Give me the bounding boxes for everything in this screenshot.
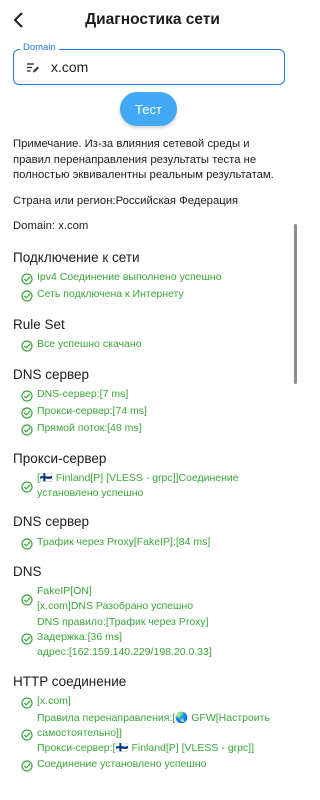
result-line: установлено успешно bbox=[37, 486, 144, 499]
domain-field[interactable]: Domain x.com bbox=[13, 42, 285, 85]
result-row: [x.com] bbox=[21, 694, 287, 711]
check-circle-icon bbox=[21, 759, 33, 772]
check-circle-icon bbox=[21, 389, 33, 402]
domain-field-label: Domain bbox=[20, 42, 59, 53]
domain-input[interactable]: x.com bbox=[51, 59, 88, 75]
check-circle-icon bbox=[21, 632, 33, 645]
result-line: DNS-сервер:[7 ms] bbox=[37, 388, 129, 401]
result-text: Ipv4 Соединение выполнено успешно bbox=[37, 270, 222, 285]
domain-info-text: Domain: x.com bbox=[13, 219, 89, 232]
scrollbar[interactable] bbox=[294, 224, 297, 384]
result-text: Все успешно скачано bbox=[37, 337, 142, 352]
check-circle-icon bbox=[21, 339, 33, 352]
result-text: [🇫🇮 Finland[P] [VLESS - grpc]]Соединение… bbox=[37, 471, 239, 502]
result-row: Все успешно скачано bbox=[21, 337, 287, 354]
section-title: DNS сервер bbox=[13, 366, 90, 382]
result-text: Соединение установлено успешно bbox=[37, 757, 206, 772]
result-text: FakeIP[ON] [x.com]DNS Разобрано успешно bbox=[37, 584, 193, 615]
check-circle-icon bbox=[21, 272, 33, 285]
check-circle-icon bbox=[21, 289, 33, 302]
result-row: Прямой поток:[48 ms] bbox=[21, 421, 287, 438]
result-line: Правила перенаправления:[🌏 GFW[Настроить bbox=[37, 711, 270, 724]
check-circle-icon bbox=[21, 480, 33, 493]
result-text: DNS-сервер:[7 ms] bbox=[37, 387, 128, 402]
result-line: Все успешно скачано bbox=[37, 338, 142, 351]
result-row: [🇫🇮 Finland[P] [VLESS - grpc]]Соединение… bbox=[21, 471, 287, 502]
result-line: [🇫🇮 Finland[P] [VLESS - grpc]]Соединение bbox=[37, 471, 239, 484]
result-row: DNS-сервер:[7 ms] bbox=[21, 387, 287, 404]
country-text: Страна или регион:Российская Федерация bbox=[13, 194, 239, 207]
result-text: Правила перенаправления:[🌏 GFW[Настроить… bbox=[37, 711, 270, 757]
result-line: DNS правило:[Трафик через Proxy] bbox=[37, 615, 209, 628]
result-line: самостоятельно]] bbox=[37, 726, 122, 739]
result-line: Сеть подключена к Интернету bbox=[37, 288, 184, 301]
result-line: [x.com]DNS Разобрано успешно bbox=[37, 600, 194, 613]
section-title: HTTP соединение bbox=[13, 673, 127, 689]
result-line: Прокси-сервер:[🇫🇮 Finland[P] [VLESS - gr… bbox=[37, 742, 254, 755]
section-title: DNS bbox=[13, 564, 42, 580]
section-title: Прокси-сервер bbox=[13, 450, 107, 466]
results-content: Примечание. Из-за влияния сетевой среды … bbox=[13, 137, 287, 773]
result-text: DNS правило:[Трафик через Proxy] Задержка… bbox=[37, 615, 212, 661]
result-section: HTTP соединение [x.com] Правила перенаправ… bbox=[13, 673, 287, 774]
result-row: Соединение установлено успешно bbox=[21, 756, 287, 773]
result-text: Трафик через Proxy[FakeIP]:[84 ms] bbox=[37, 535, 210, 550]
check-circle-icon bbox=[21, 696, 33, 709]
check-circle-icon bbox=[21, 406, 33, 419]
result-row: Сеть подключена к Интернету bbox=[21, 287, 287, 304]
result-section: DNS сервер DNS-сервер:[7 ms] Прокси-сервер… bbox=[13, 366, 287, 438]
check-circle-icon bbox=[21, 593, 33, 606]
result-line: Прокси-сервер:[74 ms] bbox=[37, 405, 147, 418]
result-row: Ipv4 Соединение выполнено успешно bbox=[21, 270, 287, 287]
edit-list-icon bbox=[27, 63, 39, 73]
result-section: DNS FakeIP[ON] [x.com]DNS Разобрано успешн… bbox=[13, 563, 287, 660]
section-title: DNS сервер bbox=[13, 514, 90, 530]
check-circle-icon bbox=[21, 423, 33, 436]
result-section: Rule Set Все успешно скачано bbox=[13, 316, 287, 354]
result-text: [x.com] bbox=[37, 694, 71, 709]
result-section: DNS сервер Трафик через Proxy[FakeIP]:[84… bbox=[13, 513, 287, 551]
result-line: Ipv4 Соединение выполнено успешно bbox=[37, 271, 222, 284]
result-row: Правила перенаправления:[🌏 GFW[Настроить… bbox=[21, 711, 287, 757]
result-text: Сеть подключена к Интернету bbox=[37, 287, 184, 302]
result-line: [x.com] bbox=[37, 695, 71, 708]
result-text: Прокси-сервер:[74 ms] bbox=[37, 404, 147, 419]
result-line: Прямой поток:[48 ms] bbox=[37, 422, 142, 435]
check-circle-icon bbox=[21, 728, 33, 741]
result-line: Задержка:[36 ms] bbox=[37, 630, 123, 643]
page-title: Диагностика сети bbox=[85, 11, 220, 28]
result-section: Прокси-сервер [🇫🇮 Finland[P] [VLESS - grp… bbox=[13, 450, 287, 502]
test-button[interactable]: Тест bbox=[120, 92, 177, 126]
check-circle-icon bbox=[21, 537, 33, 550]
app-bar: Диагностика сети bbox=[0, 0, 299, 40]
section-title: Rule Set bbox=[13, 316, 65, 332]
result-section: Подключение к сети Ipv4 Соединение выполн… bbox=[13, 249, 287, 304]
result-row: Трафик через Proxy[FakeIP]:[84 ms] bbox=[21, 534, 287, 551]
result-line: FakeIP[ON] bbox=[37, 585, 92, 598]
note-text: Примечание. Из-за влияния сетевой среды … bbox=[13, 138, 274, 181]
result-line: адрес:[162.159.140.229/198.20.0.33] bbox=[37, 646, 212, 659]
result-row: FakeIP[ON] [x.com]DNS Разобрано успешно bbox=[21, 584, 287, 615]
result-row: Прокси-сервер:[74 ms] bbox=[21, 404, 287, 421]
result-text: Прямой поток:[48 ms] bbox=[37, 421, 142, 436]
result-line: Соединение установлено успешно bbox=[37, 758, 207, 771]
section-title: Подключение к сети bbox=[13, 249, 140, 265]
result-line: Трафик через Proxy[FakeIP]:[84 ms] bbox=[37, 535, 211, 548]
result-row: DNS правило:[Трафик через Proxy] Задержка… bbox=[21, 615, 287, 661]
